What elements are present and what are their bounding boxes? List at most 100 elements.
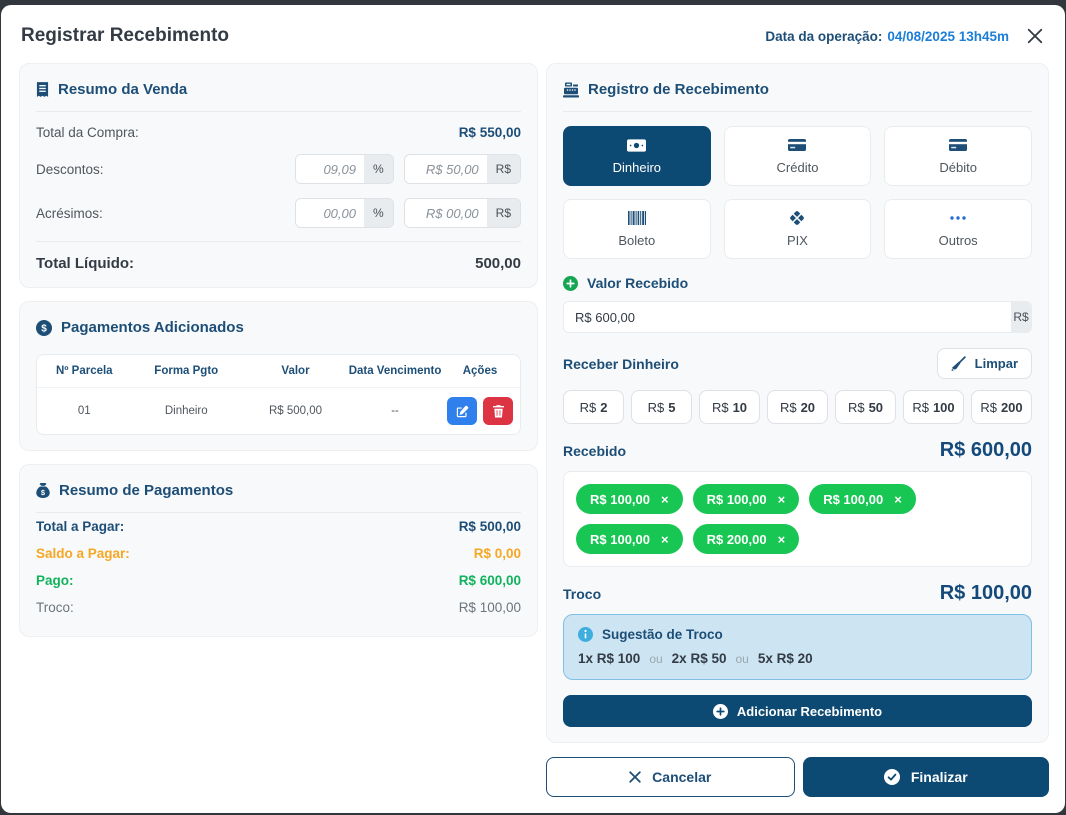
operation-date-value[interactable]: 04/08/2025 13h45m [887, 29, 1009, 44]
troco-label: Troco [563, 586, 601, 602]
chip-remove-icon[interactable]: × [894, 492, 902, 507]
received-bills-box: R$ 100,00× R$ 100,00× R$ 100,00× R$ 100,… [563, 471, 1032, 567]
received-bill-chip[interactable]: R$ 200,00× [693, 524, 800, 554]
col-acoes: Ações [446, 365, 514, 377]
denomination-buttons: R$2 R$5 R$10 R$20 R$50 R$100 R$200 [563, 390, 1032, 424]
added-payments-title: Pagamentos Adicionados [61, 319, 244, 336]
additions-percent-input[interactable] [296, 199, 364, 227]
add-receipt-button[interactable]: Adicionar Recebimento [563, 695, 1032, 727]
currency-suffix-button[interactable]: R$ [487, 155, 520, 183]
received-bill-chip[interactable]: R$ 100,00 × [576, 484, 683, 514]
paid-label: Pago: [36, 573, 74, 588]
denom-value: 2 [600, 400, 607, 415]
denom-20-button[interactable]: R$20 [767, 390, 828, 424]
chip-label: R$ 100,00 [823, 492, 883, 507]
denom-100-button[interactable]: R$100 [903, 390, 964, 424]
method-pix[interactable]: PIX [724, 199, 872, 259]
col-vencimento: Data Vencimento [344, 365, 446, 377]
sale-summary-title: Resumo da Venda [58, 81, 187, 98]
discount-percent-input[interactable] [296, 155, 364, 183]
credit-card-icon [949, 138, 967, 153]
cash-register-icon [563, 82, 579, 98]
method-label: Dinheiro [613, 160, 661, 175]
add-receipt-label: Adicionar Recebimento [737, 704, 882, 719]
purchase-total-value: R$ 550,00 [459, 125, 521, 140]
trash-icon [493, 405, 504, 418]
info-icon [578, 627, 593, 642]
currency-suffix-button[interactable]: R$ [487, 199, 520, 227]
cancel-button[interactable]: Cancelar [546, 757, 795, 797]
currency-prefix: R$ [648, 400, 665, 415]
method-dinheiro[interactable]: Dinheiro [563, 126, 711, 186]
clear-button[interactable]: Limpar [937, 348, 1032, 379]
denom-2-button[interactable]: R$2 [563, 390, 624, 424]
sale-summary-card: Resumo da Venda Total da Compra: R$ 550,… [19, 63, 538, 288]
received-label: Recebido [563, 443, 626, 459]
denom-value: 5 [668, 400, 675, 415]
denom-value: 50 [869, 400, 883, 415]
cell-valor: R$ 500,00 [247, 405, 344, 417]
operation-date-label: Data da operação: [765, 29, 882, 44]
close-button[interactable] [1025, 26, 1045, 46]
denom-5-button[interactable]: R$5 [631, 390, 692, 424]
denom-value: 10 [733, 400, 747, 415]
chip-remove-icon[interactable]: × [778, 492, 786, 507]
register-receipt-dialog: Registrar Recebimento Data da operação: … [1, 5, 1065, 813]
received-bill-chip[interactable]: R$ 100,00 × [809, 484, 916, 514]
discount-amount-input[interactable] [405, 155, 487, 183]
col-parcela: Nº Parcela [43, 365, 126, 377]
x-icon [629, 771, 641, 783]
payments-summary-card: $ Resumo de Pagamentos Total a Pagar: R$… [19, 464, 538, 637]
currency-prefix: R$ [912, 400, 929, 415]
change-label: Troco: [36, 600, 74, 615]
currency-suffix-button[interactable]: R$ [1011, 302, 1031, 332]
plus-circle-icon [713, 704, 728, 719]
receive-cash-label: Receber Dinheiro [563, 356, 679, 372]
currency-prefix: R$ [780, 400, 797, 415]
change-row: Troco: R$ 100,00 [36, 594, 521, 621]
chip-label: R$ 100,00 [590, 492, 650, 507]
paid-row: Pago: R$ 600,00 [36, 567, 521, 594]
cell-vencimento: -- [344, 405, 446, 417]
method-credito[interactable]: Crédito [724, 126, 872, 186]
col-valor: Valor [247, 365, 344, 377]
method-outros[interactable]: Outros [884, 199, 1032, 259]
finalize-button[interactable]: Finalizar [803, 757, 1050, 797]
suggestion-option: 5x R$ 20 [758, 651, 813, 666]
table-row: 01 Dinheiro R$ 500,00 -- [37, 388, 520, 434]
currency-prefix: R$ [580, 400, 597, 415]
net-total-value: 500,00 [475, 255, 521, 272]
total-to-pay-row: Total a Pagar: R$ 500,00 [36, 513, 521, 540]
edit-payment-button[interactable] [447, 397, 477, 425]
money-bag-icon: $ [36, 483, 50, 498]
additions-label: Acrésimos: [36, 206, 103, 221]
percent-suffix-button[interactable]: % [364, 155, 393, 183]
barcode-icon [628, 211, 646, 226]
change-value: R$ 100,00 [459, 600, 521, 615]
percent-suffix-button[interactable]: % [364, 199, 393, 227]
col-forma: Forma Pgto [126, 365, 247, 377]
denom-10-button[interactable]: R$ 10 [699, 390, 760, 424]
chip-remove-icon[interactable]: × [661, 492, 669, 507]
method-boleto[interactable]: Boleto [563, 199, 711, 259]
denom-50-button[interactable]: R$50 [835, 390, 896, 424]
received-bill-chip[interactable]: R$ 100,00× [576, 524, 683, 554]
received-value-input[interactable] [564, 302, 1011, 332]
denom-value: 200 [1001, 400, 1023, 415]
check-circle-icon [884, 769, 900, 785]
chip-remove-icon[interactable]: × [661, 532, 669, 547]
additions-amount-input[interactable] [405, 199, 487, 227]
received-bill-chip[interactable]: R$ 100,00× [693, 484, 800, 514]
delete-payment-button[interactable] [483, 397, 513, 425]
method-label: PIX [787, 233, 808, 248]
net-total-label: Total Líquido: [36, 255, 134, 272]
chip-remove-icon[interactable]: × [778, 532, 786, 547]
paid-value: R$ 600,00 [459, 573, 521, 588]
troco-value: R$ 100,00 [940, 582, 1032, 605]
currency-prefix: R$ [712, 400, 729, 415]
receipt-register-card: Registro de Recebimento Dinheiro [546, 63, 1049, 743]
close-icon [1027, 28, 1043, 44]
method-debito[interactable]: Débito [884, 126, 1032, 186]
denom-200-button[interactable]: R$200 [971, 390, 1032, 424]
finalize-label: Finalizar [911, 769, 968, 785]
